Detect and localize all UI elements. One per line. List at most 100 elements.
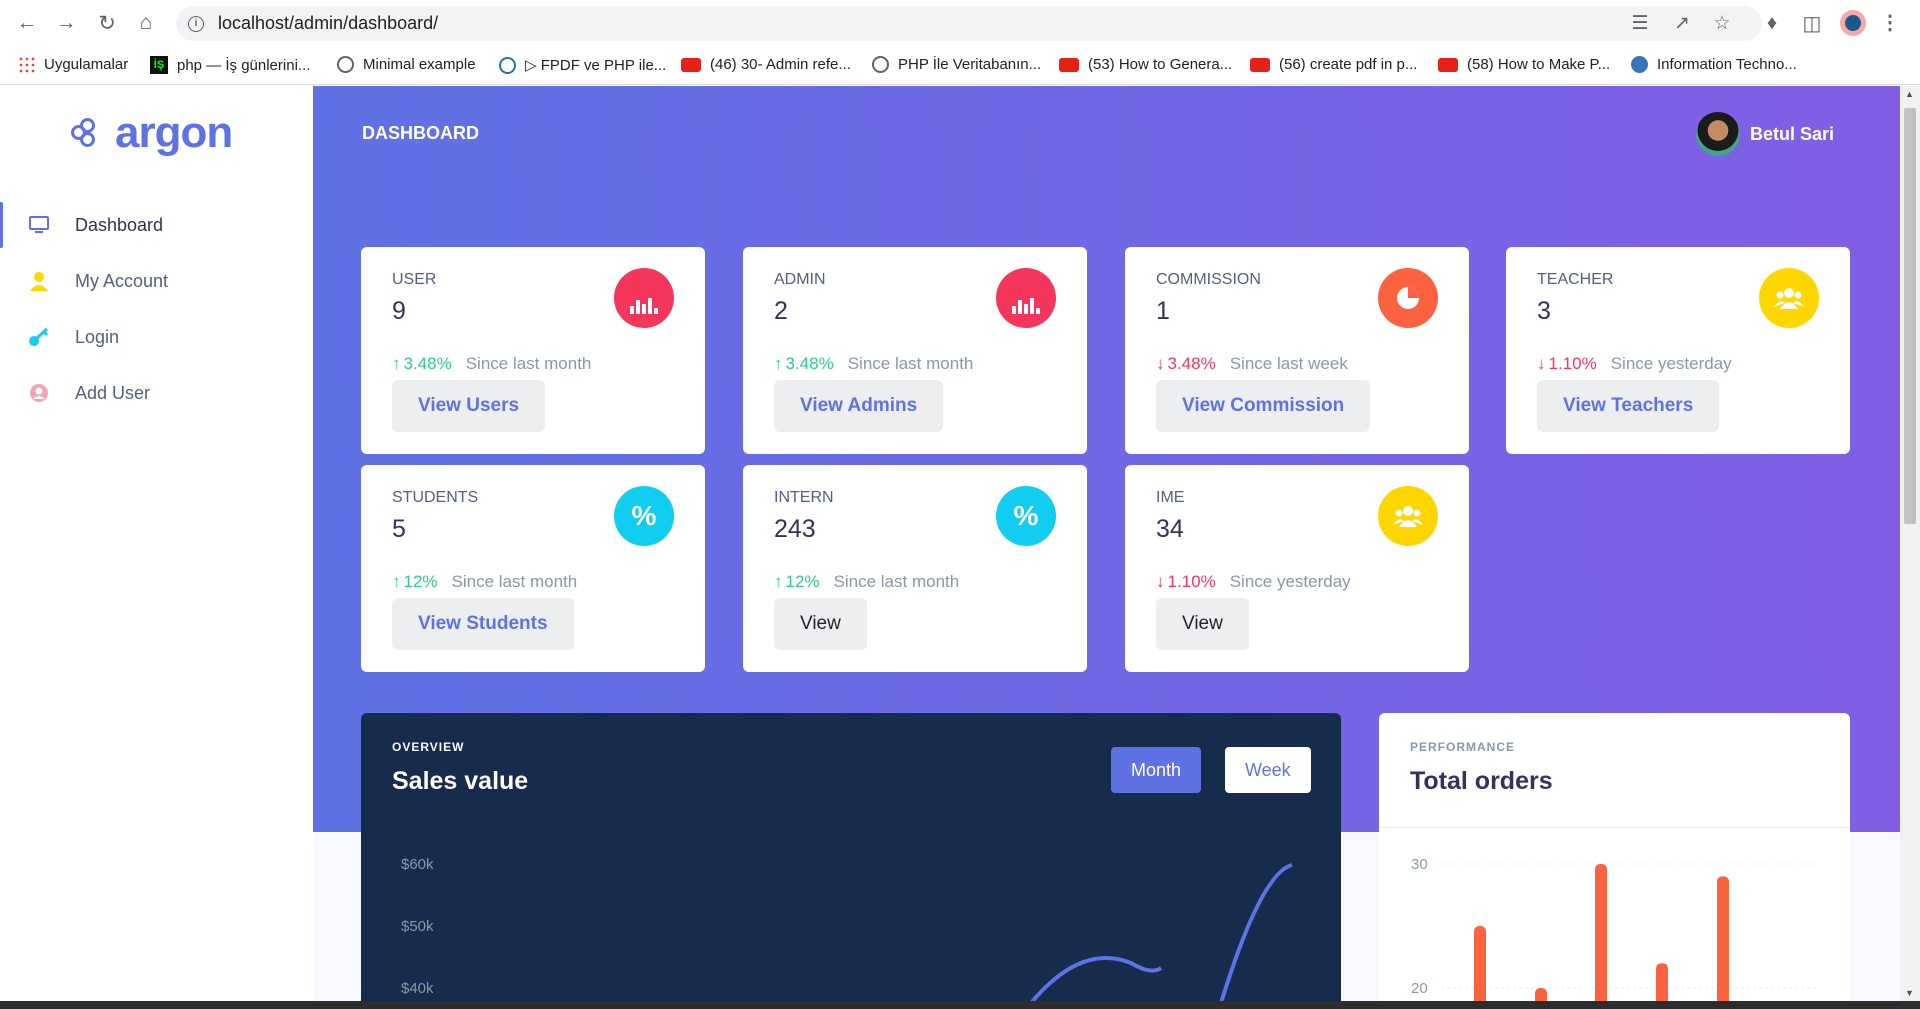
- bookmark-item[interactable]: ▷ FPDF ve PHP ile...: [499, 56, 666, 74]
- side-panel-icon[interactable]: ◫: [1799, 10, 1825, 36]
- translate-icon[interactable]: ☰: [1628, 11, 1652, 35]
- view-button[interactable]: View Students: [392, 598, 574, 650]
- trend-percent: 3.48%: [785, 354, 834, 373]
- site-info-icon[interactable]: i: [188, 15, 204, 32]
- trend-period: Since last month: [833, 572, 960, 591]
- view-button[interactable]: View Teachers: [1537, 380, 1720, 432]
- bookmark-star-icon[interactable]: ☆: [1710, 11, 1734, 35]
- globe-icon: [872, 56, 889, 73]
- back-icon[interactable]: ←: [14, 10, 40, 36]
- card-value: 9: [392, 297, 406, 325]
- card-value: 243: [774, 515, 816, 543]
- bookmarks-bar: Uygulamalar İŞ php — İş günlerini... Mini…: [0, 47, 1920, 118]
- browser-toolbar: ← → ↻ ⌂ i localhost/admin/dashboard/ ☰ ↗…: [0, 0, 1920, 47]
- arrow-down-icon: ↓: [1156, 354, 1165, 373]
- y-tick-label: $60k: [401, 856, 434, 873]
- trend-percent: 3.48%: [403, 354, 452, 373]
- card-value: 2: [774, 297, 788, 325]
- y-tick-label: $40k: [401, 980, 434, 997]
- card-title: STUDENTS: [392, 489, 479, 506]
- sidebar-item-label: Dashboard: [75, 214, 164, 235]
- card-title: USER: [392, 271, 437, 288]
- card-title: TEACHER: [1537, 271, 1614, 288]
- apps-grid-icon: [18, 56, 35, 73]
- sidebar: argon Dashboard My Account Login Add Use…: [0, 86, 313, 1001]
- bookmark-item[interactable]: PHP İle Veritabanın...: [872, 56, 1041, 73]
- order-bar: [1656, 963, 1668, 1003]
- stat-card-ime: IME 34 ↓ 1.10% Since yesterday View: [1125, 465, 1469, 672]
- stat-card-teacher: TEACHER 3 ↓ 1.10% Since yesterday View Teache…: [1506, 247, 1850, 454]
- bookmark-item[interactable]: Information Techno...: [1631, 56, 1797, 73]
- card-trend: ↑ 3.48% Since last month: [392, 354, 591, 374]
- extensions-icon[interactable]: ♦: [1759, 10, 1785, 36]
- argon-logo-icon: [71, 118, 105, 148]
- card-trend: ↓ 1.10% Since yesterday: [1156, 572, 1351, 592]
- card-title: IME: [1156, 489, 1185, 506]
- sales-series-line-a: [1029, 956, 1163, 1003]
- view-button[interactable]: View: [774, 598, 867, 650]
- address-bar[interactable]: i localhost/admin/dashboard/: [176, 6, 1762, 41]
- sidebar-item-add-user[interactable]: Add User: [0, 370, 313, 416]
- profile-avatar-icon[interactable]: [1840, 10, 1866, 36]
- bookmark-item[interactable]: (53) How to Genera...: [1059, 56, 1232, 73]
- orders-bar-chart: 30 20: [1411, 856, 1819, 1003]
- stat-card-user: USER 9 ↑ 3.48% Since last month View Users: [361, 247, 705, 454]
- card-trend: ↑ 12% Since last month: [392, 572, 577, 592]
- y-tick-label: 30: [1411, 856, 1428, 873]
- card-trend: ↓ 3.48% Since last week: [1156, 354, 1348, 374]
- reload-icon[interactable]: ↻: [94, 10, 120, 36]
- view-button[interactable]: View Users: [392, 380, 546, 432]
- user-circle-icon: [28, 382, 50, 404]
- trend-percent: 3.48%: [1167, 354, 1216, 373]
- scroll-up-icon[interactable]: ▲: [1905, 89, 1914, 99]
- scroll-down-icon[interactable]: ▼: [1905, 988, 1914, 998]
- card-value: 3: [1537, 297, 1551, 325]
- stat-card-students: STUDENTS 5% ↑ 12% Since last month View Stude…: [361, 465, 705, 672]
- view-button[interactable]: View Commission: [1156, 380, 1371, 432]
- y-tick-label: $50k: [401, 918, 434, 935]
- view-button[interactable]: View Admins: [774, 380, 944, 432]
- view-button[interactable]: View: [1156, 598, 1249, 650]
- card-trend: ↑ 3.48% Since last month: [774, 354, 973, 374]
- bookmark-item[interactable]: Minimal example: [337, 56, 476, 73]
- chart-pie-icon: [1378, 268, 1438, 328]
- bookmark-item[interactable]: Uygulamalar: [18, 56, 128, 73]
- bookmark-item[interactable]: (56) create pdf in p...: [1250, 56, 1417, 73]
- home-icon[interactable]: ⌂: [133, 10, 159, 36]
- card-value: 5: [392, 515, 406, 543]
- sidebar-item-my-account[interactable]: My Account: [0, 258, 313, 304]
- sales-value-card: OVERVIEW Sales value Month Week $60k $50k…: [361, 713, 1341, 1003]
- order-bar: [1717, 876, 1729, 1003]
- sidebar-item-dashboard[interactable]: Dashboard: [0, 202, 313, 248]
- bookmark-item[interactable]: (46) 30- Admin refe...: [681, 56, 851, 73]
- scrollbar-thumb[interactable]: [1904, 108, 1916, 524]
- arrow-up-icon: ↑: [774, 354, 783, 373]
- page-title[interactable]: DASHBOARD: [362, 123, 479, 144]
- key-icon: [28, 326, 50, 348]
- address-url[interactable]: localhost/admin/dashboard/: [218, 13, 438, 34]
- card-title: INTERN: [774, 489, 834, 506]
- trend-percent: 12%: [785, 572, 820, 591]
- users-icon: [1378, 486, 1438, 546]
- brand-logo[interactable]: argon: [71, 108, 233, 158]
- sidebar-item-label: Add User: [75, 382, 151, 403]
- bookmark-item[interactable]: (58) How to Make P...: [1438, 56, 1610, 73]
- forward-icon[interactable]: →: [53, 10, 79, 36]
- youtube-icon: [1250, 57, 1270, 72]
- trend-period: Since last week: [1229, 354, 1348, 373]
- arrow-up-icon: ↑: [392, 572, 401, 591]
- user-icon: [28, 270, 50, 292]
- trend-percent: 12%: [403, 572, 438, 591]
- share-icon[interactable]: ↗: [1670, 11, 1694, 35]
- trend-period: Since yesterday: [1229, 572, 1351, 591]
- arrow-up-icon: ↑: [774, 572, 783, 591]
- sidebar-item-login[interactable]: Login: [0, 314, 313, 360]
- browser-menu-icon[interactable]: ⋮: [1880, 10, 1900, 35]
- chart-bar-icon: [996, 268, 1056, 328]
- page-scrollbar[interactable]: ▲ ▼: [1900, 86, 1920, 1001]
- ge-icon: [1631, 56, 1648, 73]
- trend-period: Since last month: [465, 354, 592, 373]
- bookmark-item[interactable]: İŞ php — İş günlerini...: [150, 56, 310, 74]
- arrow-up-icon: ↑: [392, 354, 401, 373]
- user-menu[interactable]: Betul Sari: [1695, 112, 1834, 156]
